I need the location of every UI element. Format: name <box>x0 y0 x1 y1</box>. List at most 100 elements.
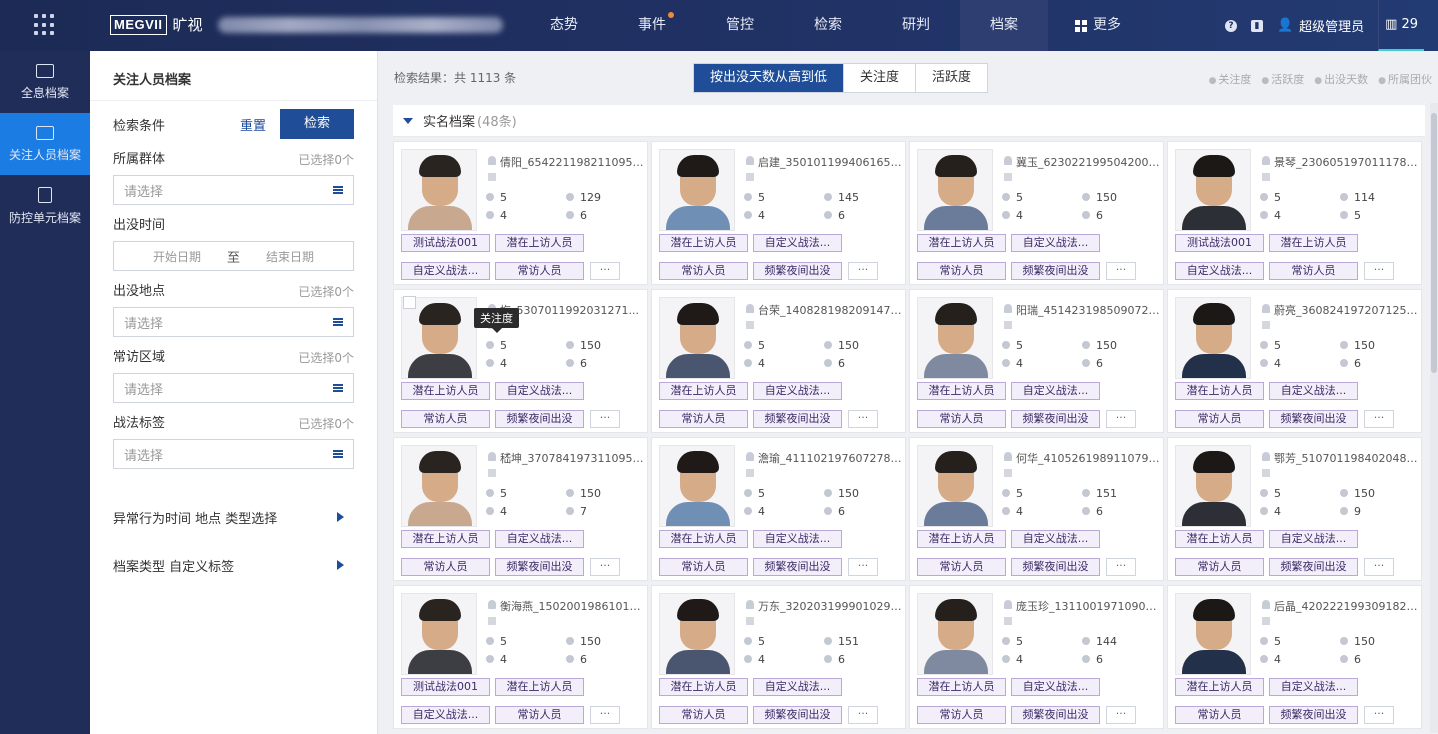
person-card[interactable]: 台荣_140828198209147336... 5 150 4 6 潜在上访人员自定义战… <box>651 289 906 433</box>
tag[interactable]: 常访人员 <box>495 706 584 724</box>
person-name-id[interactable]: 蔚亮_360824197207125836... <box>1260 302 1418 318</box>
tactic-select[interactable]: 请选择 <box>113 439 354 469</box>
tag[interactable]: 潜在上访人员 <box>1175 530 1264 548</box>
reset-button[interactable]: 重置 <box>240 115 266 134</box>
person-photo[interactable] <box>401 149 477 231</box>
tag[interactable]: 自定义战法... <box>495 530 584 548</box>
scrollbar-thumb[interactable] <box>1431 113 1437 373</box>
person-photo[interactable] <box>659 593 735 675</box>
sidebar-item-focus-persons[interactable]: 关注人员档案 <box>0 113 90 175</box>
tag[interactable]: 频繁夜间出没 <box>1269 410 1358 428</box>
sidebar-item-control-units[interactable]: 防控单元档案 <box>0 175 90 237</box>
person-card[interactable]: 澹瑜_411102197607278736... 5 150 4 6 潜在上访人员自定义战… <box>651 437 906 581</box>
tag[interactable]: 常访人员 <box>917 262 1006 280</box>
more-tags-button[interactable]: ··· <box>1364 558 1394 576</box>
tag[interactable]: 潜在上访人员 <box>659 234 748 252</box>
tag[interactable]: 自定义战法... <box>753 234 842 252</box>
start-date[interactable]: 开始日期 <box>153 248 201 265</box>
person-photo[interactable] <box>659 149 735 231</box>
place-select[interactable]: 请选择 <box>113 307 354 337</box>
tag[interactable]: 常访人员 <box>1269 262 1358 280</box>
person-card[interactable]: 启建_350101199406165642... 5 145 4 6 潜在上访人员自定义战… <box>651 141 906 285</box>
person-name-id[interactable]: 后晶_420222199309182216... <box>1260 598 1418 614</box>
tag[interactable]: 潜在上访人员 <box>659 530 748 548</box>
nav-archives[interactable]: 档案 <box>960 0 1048 51</box>
end-date[interactable]: 结束日期 <box>266 248 314 265</box>
tag[interactable]: 潜在上访人员 <box>659 678 748 696</box>
more-tags-button[interactable]: ··· <box>848 706 878 724</box>
tag[interactable]: 常访人员 <box>659 262 748 280</box>
more-tags-button[interactable]: ··· <box>1364 410 1394 428</box>
select-checkbox[interactable] <box>403 296 416 309</box>
person-card[interactable]: 万东_320203199901029226... 5 151 4 6 潜在上访人员自定义战… <box>651 585 906 729</box>
person-photo[interactable] <box>401 445 477 527</box>
date-range-picker[interactable]: 开始日期 至 结束日期 <box>113 241 354 271</box>
tag[interactable]: 潜在上访人员 <box>917 234 1006 252</box>
tag[interactable]: 潜在上访人员 <box>495 234 584 252</box>
nav-situation[interactable]: 态势 <box>520 0 608 51</box>
person-photo[interactable] <box>1175 149 1251 231</box>
person-name-id[interactable]: 庞玉珍_1311001971090838... <box>1002 598 1160 614</box>
person-name-id[interactable]: 景琴_230605197011178699... <box>1260 154 1418 170</box>
tag[interactable]: 频繁夜间出没 <box>1011 558 1100 576</box>
tag[interactable]: 常访人员 <box>401 558 490 576</box>
tag[interactable]: 常访人员 <box>659 410 748 428</box>
more-tags-button[interactable]: ··· <box>1106 262 1136 280</box>
tag[interactable]: 自定义战法... <box>753 530 842 548</box>
expand-abnormal-behavior[interactable]: 异常行为时间 地点 类型选择 <box>90 493 377 541</box>
tag[interactable]: 常访人员 <box>1175 706 1264 724</box>
tag[interactable]: 潜在上访人员 <box>917 530 1006 548</box>
tag[interactable]: 自定义战法... <box>1175 262 1264 280</box>
more-tags-button[interactable]: ··· <box>848 410 878 428</box>
tag[interactable]: 潜在上访人员 <box>917 382 1006 400</box>
person-photo[interactable] <box>1175 593 1251 675</box>
more-tags-button[interactable]: ··· <box>1106 410 1136 428</box>
person-name-id[interactable]: 阳瑞_451423198509072943... <box>1002 302 1160 318</box>
building-counter[interactable]: ▥ 29 <box>1378 0 1424 51</box>
nav-events[interactable]: 事件 <box>608 0 696 51</box>
tag[interactable]: 测试战法001 <box>401 678 490 696</box>
person-name-id[interactable]: 澹瑜_411102197607278736... <box>744 450 902 466</box>
tag[interactable]: 频繁夜间出没 <box>495 410 584 428</box>
tag[interactable]: 常访人员 <box>495 262 584 280</box>
person-card[interactable]: 后晶_420222199309182216... 5 150 4 6 潜在上访人员自定义战… <box>1167 585 1422 729</box>
person-photo[interactable] <box>917 297 993 379</box>
tag[interactable]: 自定义战法... <box>1011 678 1100 696</box>
tag[interactable]: 测试战法001 <box>401 234 490 252</box>
tag[interactable]: 频繁夜间出没 <box>1011 262 1100 280</box>
tag[interactable]: 潜在上访人员 <box>401 530 490 548</box>
person-photo[interactable] <box>401 297 477 379</box>
tag[interactable]: 频繁夜间出没 <box>753 706 842 724</box>
tag[interactable]: 频繁夜间出没 <box>753 262 842 280</box>
tag[interactable]: 常访人员 <box>1175 558 1264 576</box>
person-card[interactable]: 鄂芳_510701198402048586... 5 150 4 9 潜在上访人员自定义战… <box>1167 437 1422 581</box>
help-icon[interactable]: ? <box>1224 19 1237 32</box>
tag[interactable]: 潜在上访人员 <box>1175 678 1264 696</box>
person-card[interactable]: 倩阳_654221198211095366... 5 129 4 6 测试战法001 潜在上… <box>393 141 648 285</box>
person-photo[interactable] <box>1175 297 1251 379</box>
tag[interactable]: 潜在上访人员 <box>917 678 1006 696</box>
tag[interactable]: 自定义战法... <box>753 382 842 400</box>
sort-by-days[interactable]: 按出没天数从高到低 <box>694 64 844 92</box>
app-grid-icon[interactable] <box>34 14 56 36</box>
more-tags-button[interactable]: ··· <box>590 262 620 280</box>
tag[interactable]: 自定义战法... <box>1011 530 1100 548</box>
more-tags-button[interactable]: ··· <box>590 410 620 428</box>
person-name-id[interactable]: 倩阳_654221198211095366... <box>486 154 644 170</box>
tag[interactable]: 自定义战法... <box>401 706 490 724</box>
person-card[interactable]: 何华_410526198911079535... 5 151 4 6 潜在上访人员自定义战… <box>909 437 1164 581</box>
tag[interactable]: 自定义战法... <box>495 382 584 400</box>
more-tags-button[interactable]: ··· <box>590 558 620 576</box>
sort-by-activity[interactable]: 活跃度 <box>915 64 988 92</box>
person-card[interactable]: 衡海燕_1502001986101832... 5 150 4 6 测试战法001 潜在上访… <box>393 585 648 729</box>
person-name-id[interactable]: 启建_350101199406165642... <box>744 154 902 170</box>
person-name-id[interactable]: 衡海燕_1502001986101832... <box>486 598 644 614</box>
person-card[interactable]: 嵇坤_370784197311095184... 5 150 4 7 潜在上访人员自定义战… <box>393 437 648 581</box>
person-photo[interactable] <box>917 593 993 675</box>
tag[interactable]: 测试战法001 <box>1175 234 1264 252</box>
person-card[interactable]: 景琴_230605197011178699... 5 114 4 5 测试战法001 潜在上… <box>1167 141 1422 285</box>
more-tags-button[interactable]: ··· <box>590 706 620 724</box>
more-tags-button[interactable]: ··· <box>1364 706 1394 724</box>
tag[interactable]: 自定义战法... <box>1269 678 1358 696</box>
tag[interactable]: 潜在上访人员 <box>401 382 490 400</box>
